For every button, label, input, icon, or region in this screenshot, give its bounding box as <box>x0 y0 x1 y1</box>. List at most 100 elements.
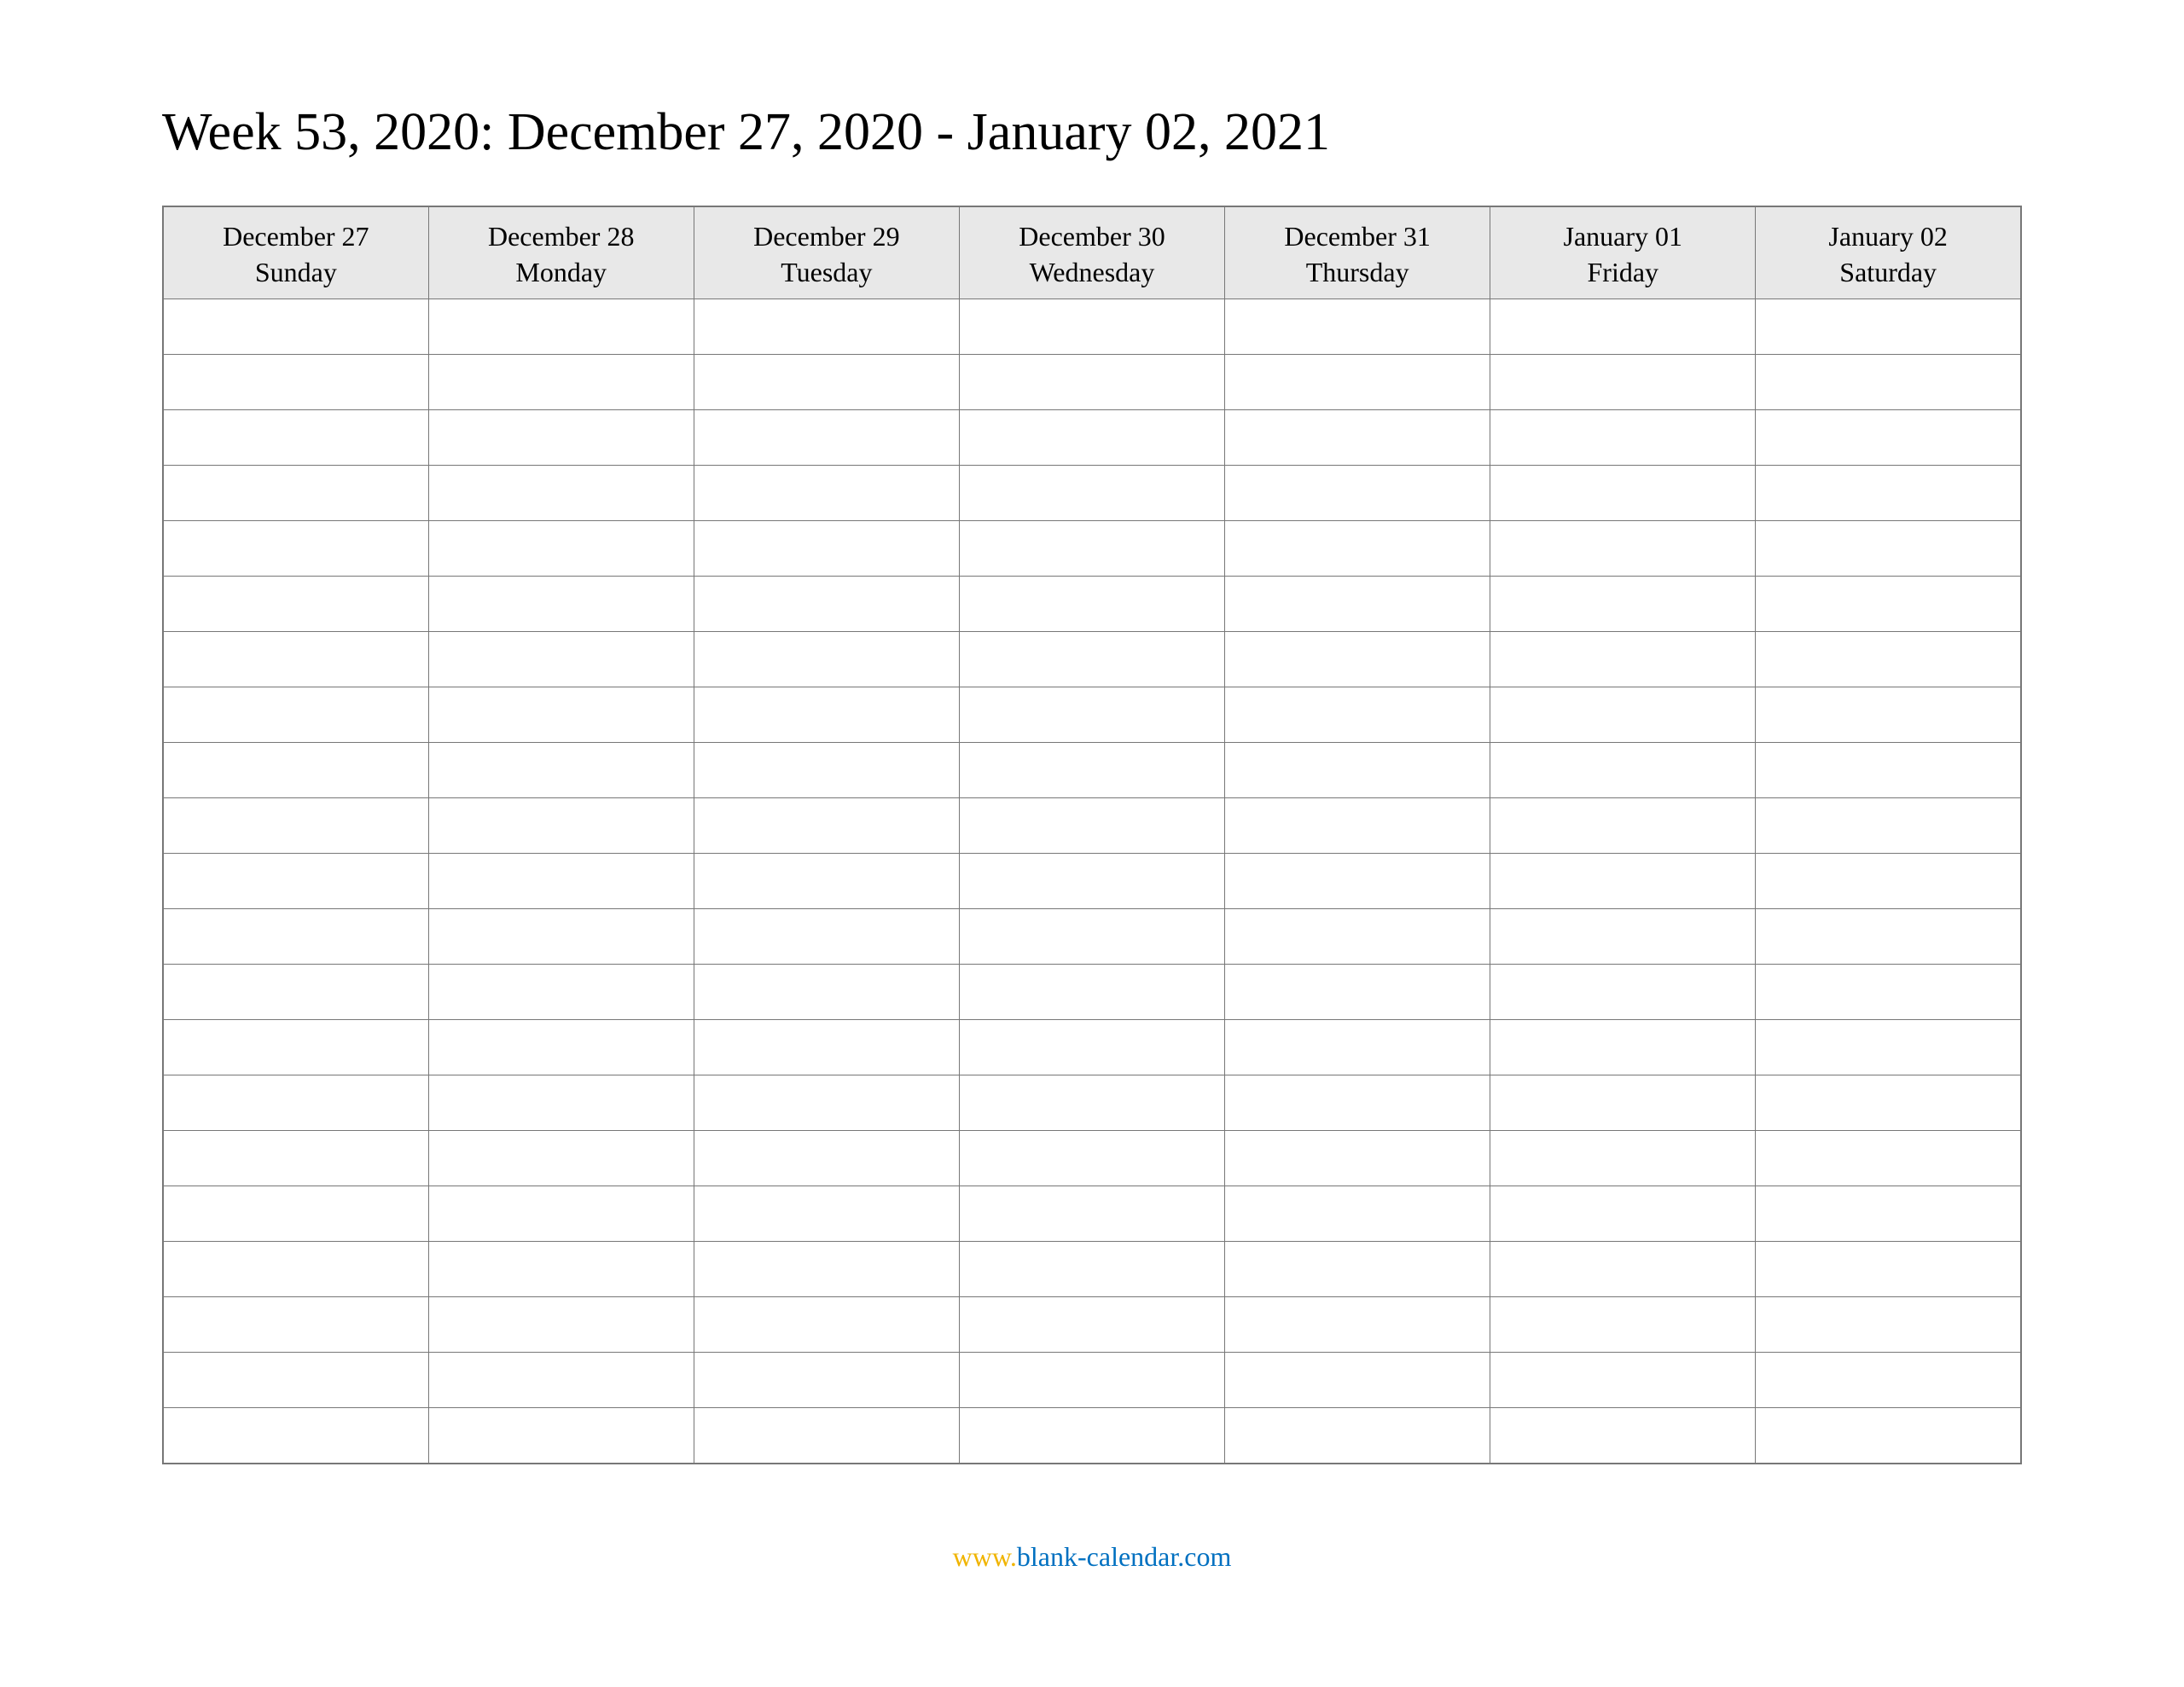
calendar-cell <box>428 521 694 577</box>
calendar-cell <box>1490 632 1756 687</box>
calendar-cell <box>1490 909 1756 965</box>
col-header: January 02 Saturday <box>1756 206 2021 299</box>
calendar-row <box>163 521 2021 577</box>
calendar-cell <box>1490 1297 1756 1353</box>
col-day: Wednesday <box>965 255 1219 291</box>
calendar-cell <box>694 743 959 798</box>
calendar-cell <box>1225 521 1490 577</box>
calendar-cell <box>1225 632 1490 687</box>
calendar-cell <box>1225 1242 1490 1297</box>
calendar-cell <box>428 299 694 355</box>
calendar-row <box>163 854 2021 909</box>
calendar-cell <box>163 798 428 854</box>
calendar-cell <box>428 1020 694 1075</box>
calendar-cell <box>163 355 428 410</box>
calendar-cell <box>1756 632 2021 687</box>
calendar-cell <box>1225 687 1490 743</box>
calendar-cell <box>694 1186 959 1242</box>
calendar-cell <box>1756 466 2021 521</box>
calendar-cell <box>694 1353 959 1408</box>
calendar-cell <box>428 466 694 521</box>
weekly-calendar-table: December 27 Sunday December 28 Monday De… <box>162 206 2022 1464</box>
calendar-row <box>163 1020 2021 1075</box>
calendar-cell <box>163 1186 428 1242</box>
calendar-cell <box>1490 1131 1756 1186</box>
calendar-cell <box>694 965 959 1020</box>
calendar-cell <box>1225 1075 1490 1131</box>
calendar-cell <box>163 909 428 965</box>
calendar-cell <box>1225 1186 1490 1242</box>
calendar-cell <box>1490 1242 1756 1297</box>
calendar-cell <box>1756 577 2021 632</box>
calendar-cell <box>163 1297 428 1353</box>
calendar-row <box>163 1242 2021 1297</box>
calendar-cell <box>959 632 1224 687</box>
calendar-cell <box>1756 299 2021 355</box>
calendar-cell <box>694 1297 959 1353</box>
calendar-cell <box>163 632 428 687</box>
calendar-cell <box>1756 1297 2021 1353</box>
calendar-cell <box>1756 965 2021 1020</box>
calendar-cell <box>163 743 428 798</box>
calendar-cell <box>694 1075 959 1131</box>
col-day: Monday <box>434 255 688 291</box>
calendar-cell <box>1756 743 2021 798</box>
calendar-cell <box>163 687 428 743</box>
calendar-cell <box>694 1408 959 1464</box>
calendar-cell <box>1756 1242 2021 1297</box>
calendar-cell <box>1490 410 1756 466</box>
calendar-cell <box>1225 410 1490 466</box>
calendar-cell <box>1490 743 1756 798</box>
calendar-cell <box>959 1408 1224 1464</box>
calendar-cell <box>1490 299 1756 355</box>
calendar-body <box>163 299 2021 1464</box>
calendar-cell <box>1756 909 2021 965</box>
calendar-cell <box>959 299 1224 355</box>
col-day: Sunday <box>169 255 423 291</box>
calendar-row <box>163 1297 2021 1353</box>
footer-link[interactable]: www.blank-calendar.com <box>162 1541 2022 1573</box>
calendar-cell <box>1490 355 1756 410</box>
calendar-cell <box>1225 1020 1490 1075</box>
col-day: Saturday <box>1761 255 2015 291</box>
calendar-cell <box>1756 1075 2021 1131</box>
col-date: January 01 <box>1496 219 1750 255</box>
calendar-row <box>163 1131 2021 1186</box>
calendar-cell <box>163 466 428 521</box>
calendar-cell <box>1225 965 1490 1020</box>
calendar-header-row: December 27 Sunday December 28 Monday De… <box>163 206 2021 299</box>
footer-domain: blank-calendar.com <box>1017 1541 1231 1572</box>
calendar-cell <box>428 1186 694 1242</box>
calendar-row <box>163 1408 2021 1464</box>
col-header: December 28 Monday <box>428 206 694 299</box>
calendar-cell <box>694 521 959 577</box>
calendar-cell <box>1490 965 1756 1020</box>
calendar-cell <box>163 965 428 1020</box>
calendar-cell <box>163 854 428 909</box>
calendar-cell <box>428 743 694 798</box>
calendar-cell <box>959 1353 1224 1408</box>
calendar-cell <box>694 355 959 410</box>
calendar-cell <box>694 798 959 854</box>
calendar-cell <box>694 1242 959 1297</box>
calendar-cell <box>163 577 428 632</box>
calendar-row <box>163 466 2021 521</box>
calendar-cell <box>1225 798 1490 854</box>
col-header: January 01 Friday <box>1490 206 1756 299</box>
calendar-row <box>163 632 2021 687</box>
col-date: December 28 <box>434 219 688 255</box>
calendar-row <box>163 299 2021 355</box>
calendar-cell <box>959 1242 1224 1297</box>
page-container: Week 53, 2020: December 27, 2020 - Janua… <box>0 0 2184 1607</box>
calendar-cell <box>959 798 1224 854</box>
calendar-cell <box>1490 1186 1756 1242</box>
calendar-cell <box>428 1242 694 1297</box>
col-header: December 29 Tuesday <box>694 206 959 299</box>
calendar-cell <box>1225 466 1490 521</box>
calendar-cell <box>694 1020 959 1075</box>
calendar-cell <box>1756 798 2021 854</box>
calendar-cell <box>1490 1020 1756 1075</box>
calendar-cell <box>1490 854 1756 909</box>
calendar-cell <box>959 1297 1224 1353</box>
calendar-row <box>163 743 2021 798</box>
